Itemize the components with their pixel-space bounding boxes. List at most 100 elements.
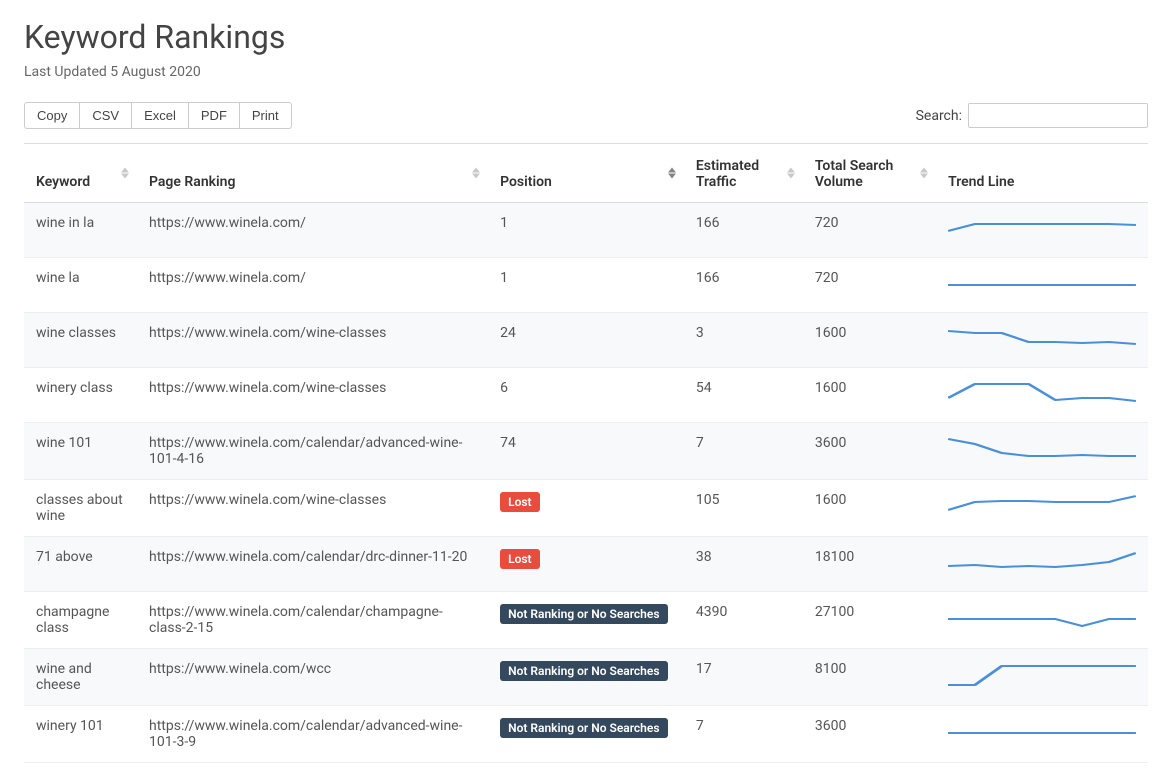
cell-total-search-volume: 720 [803,258,936,313]
cell-trend-line [936,480,1148,537]
column-header-label: Estimated Traffic [696,158,759,190]
cell-keyword: winery 101 [24,706,137,763]
column-header-page[interactable]: Page Ranking [137,144,488,203]
cell-keyword: winery class [24,368,137,423]
cell-total-search-volume: 720 [803,203,936,258]
search-wrapper: Search: [916,103,1148,128]
sort-icon [668,168,676,179]
cell-page-ranking: https://www.winela.com/wine-classes [137,368,488,423]
cell-position: Lost [488,537,684,592]
column-header-label: Keyword [36,174,90,190]
cell-position: 24 [488,313,684,368]
table-row: classes about winehttps://www.winela.com… [24,480,1148,537]
sparkline-chart [948,215,1136,245]
column-header-position[interactable]: Position [488,144,684,203]
cell-position: Lost [488,480,684,537]
column-header-trend: Trend Line [936,144,1148,203]
cell-estimated-traffic: 7 [684,706,803,763]
cell-position: Not Ranking or No Searches [488,649,684,706]
cell-page-ranking: https://www.winela.com/wcc [137,649,488,706]
table-row: winery classhttps://www.winela.com/wine-… [24,368,1148,423]
cell-estimated-traffic: 105 [684,480,803,537]
table-row: champagne classhttps://www.winela.com/ca… [24,592,1148,649]
status-badge-lost: Lost [500,549,539,569]
cell-page-ranking: https://www.winela.com/ [137,203,488,258]
cell-estimated-traffic: 17 [684,649,803,706]
export-button-copy[interactable]: Copy [24,102,79,129]
sparkline-chart [948,718,1136,748]
search-label: Search: [916,108,962,124]
table-row: winery 101https://www.winela.com/calenda… [24,706,1148,763]
export-button-print[interactable]: Print [239,102,292,129]
cell-trend-line [936,706,1148,763]
sparkline-chart [948,492,1136,522]
sparkline-chart [948,380,1136,410]
cell-keyword: wine in la [24,203,137,258]
cell-page-ranking: https://www.winela.com/calendar/drc-dinn… [137,537,488,592]
cell-trend-line [936,423,1148,480]
column-header-volume[interactable]: Total Search Volume [803,144,936,203]
cell-trend-line [936,258,1148,313]
export-button-pdf[interactable]: PDF [188,102,239,129]
cell-estimated-traffic: 166 [684,258,803,313]
cell-total-search-volume: 1600 [803,313,936,368]
cell-trend-line [936,313,1148,368]
table-row: wine and cheesehttps://www.winela.com/wc… [24,649,1148,706]
cell-total-search-volume: 3600 [803,423,936,480]
sort-icon [787,168,795,179]
cell-total-search-volume: 1600 [803,480,936,537]
cell-estimated-traffic: 166 [684,203,803,258]
table-row: wine in lahttps://www.winela.com/1166720 [24,203,1148,258]
sort-icon [472,168,480,179]
cell-page-ranking: https://www.winela.com/wine-classes [137,480,488,537]
cell-page-ranking: https://www.winela.com/wine-classes [137,313,488,368]
cell-keyword: classes about wine [24,480,137,537]
table-row: 71 abovehttps://www.winela.com/calendar/… [24,537,1148,592]
status-badge-no-ranking: Not Ranking or No Searches [500,604,667,624]
last-updated: Last Updated 5 August 2020 [24,64,1148,80]
cell-total-search-volume: 18100 [803,537,936,592]
page-title: Keyword Rankings [24,18,1148,56]
column-header-keyword[interactable]: Keyword [24,144,137,203]
cell-page-ranking: https://www.winela.com/calendar/advanced… [137,423,488,480]
status-badge-no-ranking: Not Ranking or No Searches [500,718,667,738]
column-header-label: Position [500,174,552,190]
cell-trend-line [936,649,1148,706]
cell-position: 6 [488,368,684,423]
cell-keyword: wine classes [24,313,137,368]
column-header-label: Page Ranking [149,174,235,190]
column-header-label: Total Search Volume [815,158,893,190]
cell-estimated-traffic: 7 [684,423,803,480]
cell-estimated-traffic: 38 [684,537,803,592]
cell-total-search-volume: 1600 [803,368,936,423]
cell-trend-line [936,368,1148,423]
cell-estimated-traffic: 54 [684,368,803,423]
cell-keyword: wine 101 [24,423,137,480]
sparkline-chart [948,435,1136,465]
status-badge-no-ranking: Not Ranking or No Searches [500,661,667,681]
sparkline-chart [948,604,1136,634]
cell-page-ranking: https://www.winela.com/ [137,258,488,313]
cell-position: 74 [488,423,684,480]
sparkline-chart [948,549,1136,579]
cell-page-ranking: https://www.winela.com/calendar/advanced… [137,706,488,763]
cell-keyword: champagne class [24,592,137,649]
column-header-traffic[interactable]: Estimated Traffic [684,144,803,203]
cell-page-ranking: https://www.winela.com/calendar/champagn… [137,592,488,649]
search-input[interactable] [968,103,1148,128]
sparkline-chart [948,270,1136,300]
export-button-csv[interactable]: CSV [79,102,131,129]
cell-keyword: wine and cheese [24,649,137,706]
table-row: wine lahttps://www.winela.com/1166720 [24,258,1148,313]
sort-icon [121,168,129,179]
table-row: wine classeshttps://www.winela.com/wine-… [24,313,1148,368]
export-button-excel[interactable]: Excel [131,102,188,129]
cell-estimated-traffic: 3 [684,313,803,368]
table-row: wine 101https://www.winela.com/calendar/… [24,423,1148,480]
sparkline-chart [948,325,1136,355]
cell-trend-line [936,592,1148,649]
column-header-label: Trend Line [948,174,1014,190]
cell-position: Not Ranking or No Searches [488,706,684,763]
cell-keyword: 71 above [24,537,137,592]
cell-total-search-volume: 8100 [803,649,936,706]
